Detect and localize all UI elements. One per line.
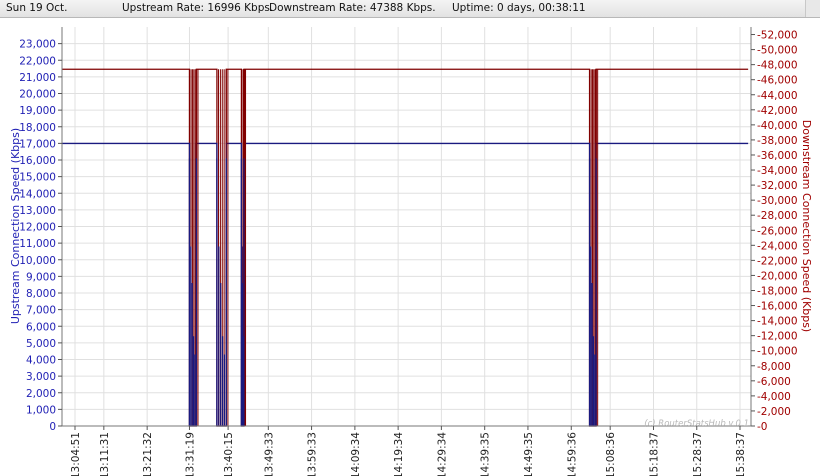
right-tick-label: -40,000 [757, 120, 798, 132]
left-tick-label: 5,000 [26, 338, 56, 350]
left-tick-label: 3,000 [26, 371, 56, 383]
connection-speed-chart: 0 1,000 2,000 3,000 4,000 5,000 6,000 7,000 8,00… [9, 27, 813, 476]
x-tick-label: 13:04:51 [70, 432, 82, 476]
status-uptime: Uptime: 0 days, 00:38:11 [452, 2, 586, 14]
status-bar: Sun 19 Oct. Upstream Rate: 16996 Kbps. D… [0, 0, 820, 18]
right-tick-label: -2,000 [757, 406, 791, 418]
right-axis-label: Downstream Connection Speed (Kbps) [800, 120, 813, 332]
right-tick-label: -4,000 [757, 391, 791, 403]
right-tick-label: -20,000 [757, 270, 798, 282]
x-tick-label: 13:59:33 [307, 432, 319, 476]
left-tick-label: 1,000 [26, 404, 56, 416]
x-tick-label: 15:18:37 [649, 432, 661, 476]
right-tick-label: -30,000 [757, 195, 798, 207]
right-tick-label: -22,000 [757, 255, 798, 267]
right-tick-label: -42,000 [757, 105, 798, 117]
right-tick-label: -8,000 [757, 361, 791, 373]
left-tick-label: 10,000 [19, 255, 56, 267]
right-axis-ticks: -0 -2,000 -4,000 -6,000 -8,000 -10,000 -12,000… [751, 30, 798, 433]
watermark: (c) RouterStatsHub v.0.1 [644, 419, 749, 429]
status-bar-grip [805, 0, 820, 17]
x-tick-label: 14:39:35 [480, 432, 492, 476]
left-tick-label: 0 [49, 421, 56, 433]
x-tick-label: 14:19:34 [393, 432, 405, 476]
left-tick-label: 14,000 [19, 188, 56, 200]
left-axis-ticks: 0 1,000 2,000 3,000 4,000 5,000 6,000 7,000 8,00… [19, 39, 62, 433]
x-axis-ticks: 13:04:51 13:11:31 13:21:32 13:31:19 13:40:15… [70, 426, 747, 476]
status-downstream-rate: Downstream Rate: 47388 Kbps. [269, 2, 436, 14]
x-tick-label: 14:59:36 [566, 432, 578, 476]
right-tick-label: -24,000 [757, 240, 798, 252]
status-date: Sun 19 Oct. [6, 2, 68, 14]
right-tick-label: -26,000 [757, 225, 798, 237]
right-tick-label: -52,000 [757, 30, 798, 42]
left-tick-label: 21,000 [19, 72, 56, 84]
right-tick-label: -10,000 [757, 346, 798, 358]
left-tick-label: 7,000 [26, 305, 56, 317]
x-tick-label: 14:09:34 [350, 432, 362, 476]
left-tick-label: 22,000 [19, 55, 56, 67]
left-axis-label: Upstream Connection Speed (Kbps) [9, 128, 22, 324]
status-upstream-rate: Upstream Rate: 16996 Kbps. [122, 2, 274, 14]
x-tick-label: 14:29:34 [436, 432, 448, 476]
left-tick-label: 19,000 [19, 105, 56, 117]
left-tick-label: 15,000 [19, 172, 56, 184]
left-tick-label: 17,000 [19, 138, 56, 150]
left-tick-label: 13,000 [19, 205, 56, 217]
right-tick-label: -6,000 [757, 376, 791, 388]
right-tick-label: -0 [757, 421, 767, 433]
right-tick-label: -48,000 [757, 60, 798, 72]
left-tick-label: 6,000 [26, 321, 56, 333]
x-tick-label: 15:38:37 [735, 432, 747, 476]
left-tick-label: 16,000 [19, 155, 56, 167]
left-tick-label: 23,000 [19, 39, 56, 51]
right-tick-label: -50,000 [757, 45, 798, 57]
right-tick-label: -12,000 [757, 331, 798, 343]
right-tick-label: -14,000 [757, 316, 798, 328]
right-tick-label: -46,000 [757, 75, 798, 87]
left-tick-label: 9,000 [26, 271, 56, 283]
right-tick-label: -32,000 [757, 180, 798, 192]
left-tick-label: 12,000 [19, 222, 56, 234]
x-tick-label: 13:31:19 [184, 432, 196, 476]
x-tick-label: 13:21:32 [142, 432, 154, 476]
left-tick-label: 4,000 [26, 355, 56, 367]
left-tick-label: 20,000 [19, 89, 56, 101]
right-tick-label: -36,000 [757, 150, 798, 162]
right-tick-label: -34,000 [757, 165, 798, 177]
right-tick-label: -28,000 [757, 210, 798, 222]
x-tick-label: 15:08:36 [605, 432, 617, 476]
left-tick-label: 2,000 [26, 388, 56, 400]
left-tick-label: 11,000 [19, 238, 56, 250]
x-tick-label: 13:11:31 [99, 432, 111, 476]
x-tick-label: 13:49:33 [263, 432, 275, 476]
left-tick-label: 18,000 [19, 122, 56, 134]
x-tick-label: 15:28:37 [692, 432, 704, 476]
left-tick-label: 8,000 [26, 288, 56, 300]
x-tick-label: 14:49:35 [523, 432, 535, 476]
right-tick-label: -38,000 [757, 135, 798, 147]
right-tick-label: -18,000 [757, 285, 798, 297]
right-tick-label: -44,000 [757, 90, 798, 102]
right-tick-label: -16,000 [757, 301, 798, 313]
x-tick-label: 13:40:15 [223, 432, 235, 476]
